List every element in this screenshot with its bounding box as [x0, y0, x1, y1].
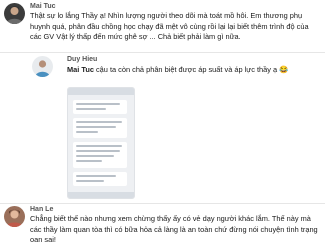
user-photo-icon: [6, 6, 23, 24]
comment-text: Mai Tuc cậu ta còn chả phân biệt được áp …: [67, 65, 317, 76]
screenshot-message: [73, 142, 127, 168]
avatar-han-le[interactable]: [4, 206, 25, 227]
laugh-emoji-icon: 😂: [279, 65, 289, 74]
avatar-duy-hieu[interactable]: [32, 56, 53, 77]
reply-text: cậu ta còn chả phân biệt được áp suất và…: [95, 65, 278, 74]
comment-text: Chẳng biết thế nào nhưng xem chừng thấy …: [30, 214, 318, 245]
comment-author[interactable]: Mai Tuc: [30, 3, 56, 10]
mention-tag[interactable]: Mai Tuc: [67, 65, 94, 74]
comment-author[interactable]: Duy Hieu: [67, 56, 97, 63]
avatar-mai-tuc[interactable]: [4, 3, 25, 24]
user-photo-icon: [35, 60, 50, 77]
attached-screenshot[interactable]: [67, 87, 135, 199]
screenshot-input-bar: [68, 192, 134, 198]
comment-divider: [0, 52, 325, 53]
screenshot-message: [73, 172, 127, 186]
screenshot-message: [73, 118, 127, 138]
comment-text: Thật sự lo lắng Thầy ạ! Nhìn lượng người…: [30, 11, 309, 42]
comment-author[interactable]: Han Le: [30, 206, 53, 213]
user-photo-icon: [6, 209, 23, 227]
screenshot-status-bar: [68, 88, 134, 95]
comment-divider: [0, 203, 325, 204]
screenshot-message: [73, 100, 127, 114]
